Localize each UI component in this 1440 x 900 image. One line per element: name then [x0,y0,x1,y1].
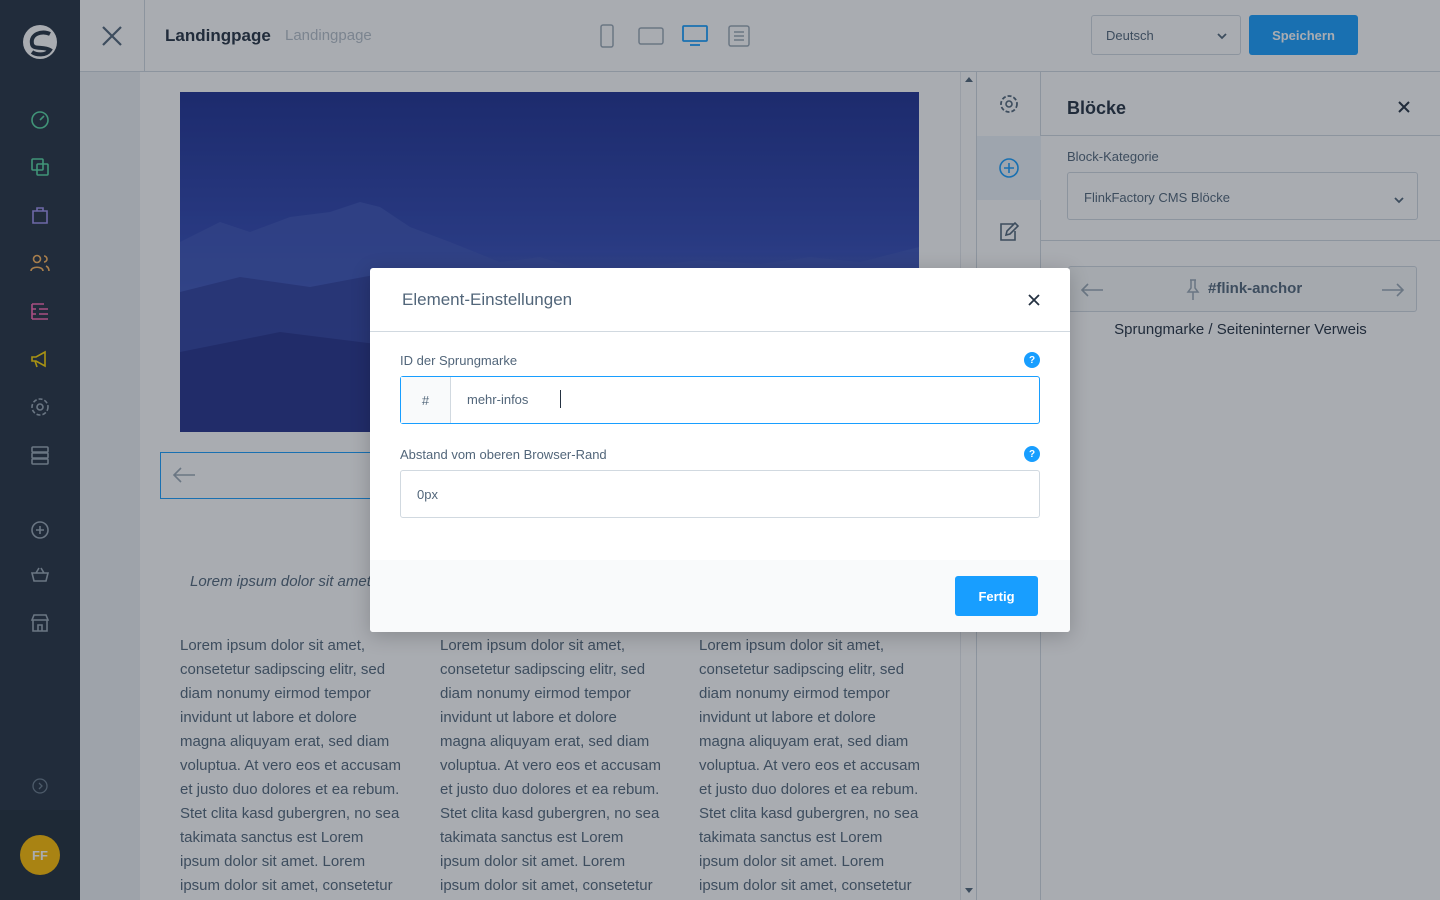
anchor-id-label: ID der Sprungmarke [400,353,518,368]
top-offset-placeholder: 0px [417,487,438,502]
text-caret [560,390,561,408]
help-icon[interactable]: ? [1024,352,1040,368]
close-icon[interactable] [1028,294,1040,306]
done-button[interactable]: Fertig [955,576,1038,616]
help-icon[interactable]: ? [1024,446,1040,462]
anchor-id-prefix: # [401,377,451,423]
modal-title: Element-Einstellungen [402,290,573,309]
top-offset-input[interactable]: 0px [400,470,1040,518]
app-root: FF Landingpage Landingpage Deutsch Speic… [0,0,1440,900]
modal-header: Element-Einstellungen [370,268,1070,332]
modal-footer: Fertig [370,560,1070,632]
top-offset-label: Abstand vom oberen Browser-Rand [400,447,607,462]
element-settings-modal: Element-Einstellungen ID der Sprungmarke… [370,268,1070,632]
anchor-id-field[interactable]: # mehr-infos [400,376,1040,424]
anchor-id-value: mehr-infos [467,392,529,407]
